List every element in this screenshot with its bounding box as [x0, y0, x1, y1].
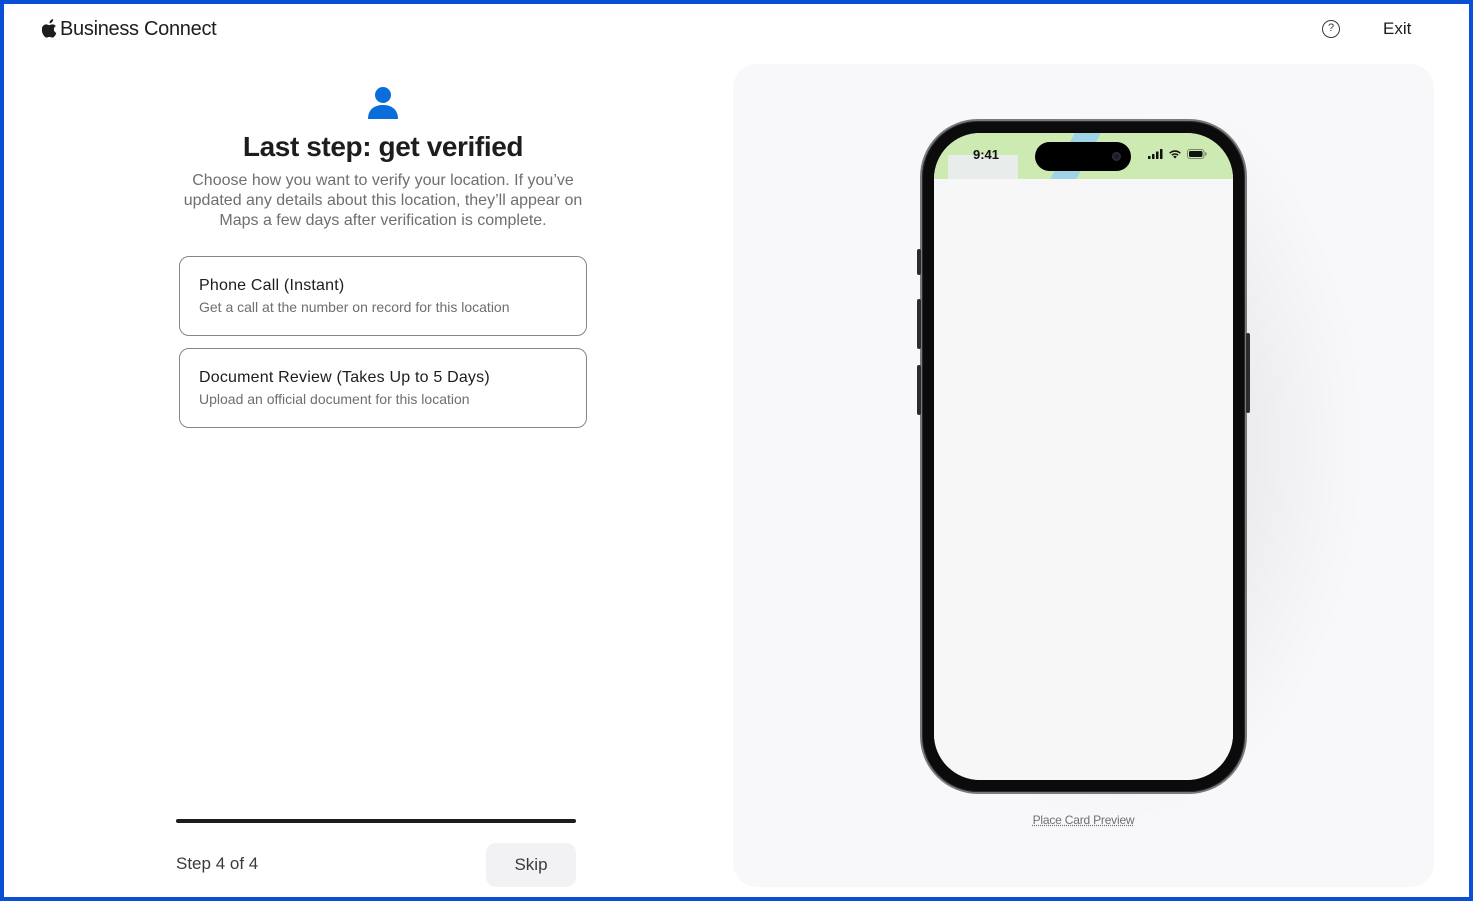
verify-option-phone-call[interactable]: Phone Call (Instant) Get a call at the n… [179, 256, 587, 336]
place-card-sheet [934, 179, 1233, 780]
status-bar-icons [1148, 149, 1207, 159]
exit-button[interactable]: Exit [1383, 19, 1411, 39]
step-progress-fill [176, 819, 576, 823]
step-indicator: Step 4 of 4 [176, 854, 259, 873]
phone-mockup: 9:41 [917, 119, 1250, 794]
step-progress-bar [176, 819, 576, 823]
camera-icon [1112, 152, 1121, 161]
option-subtitle: Upload an official document for this loc… [199, 391, 470, 407]
status-bar-time: 9:41 [973, 147, 1000, 162]
option-subtitle: Get a call at the number on record for t… [199, 299, 510, 315]
dynamic-island [1035, 142, 1131, 171]
verify-option-document-review[interactable]: Document Review (Takes Up to 5 Days) Upl… [179, 348, 587, 428]
option-title: Phone Call (Instant) [199, 277, 345, 294]
wifi-icon [1169, 150, 1181, 159]
phone-volume-down-button [917, 365, 921, 415]
phone-side-button [1246, 333, 1250, 413]
question-circle-icon: ? [1327, 22, 1335, 34]
person-icon [368, 87, 398, 119]
phone-action-button [917, 249, 921, 275]
place-card-preview-link[interactable]: Place Card Preview [733, 813, 1434, 827]
app-frame: Business Connect ? Exit Last step: get v… [0, 0, 1473, 901]
skip-button[interactable]: Skip [486, 843, 576, 887]
battery-icon [1187, 149, 1207, 159]
page-description: Choose how you want to verify your locat… [183, 172, 583, 229]
page-title: Last step: get verified [242, 131, 524, 162]
place-card-preview-panel: 9:41 Place Card Preview [733, 64, 1434, 887]
brand-name: Business Connect [60, 18, 217, 40]
phone-volume-up-button [917, 299, 921, 349]
phone-screen: 9:41 [934, 133, 1233, 780]
cellular-signal-icon [1148, 149, 1163, 159]
brand-logo[interactable]: Business Connect [42, 18, 217, 41]
apple-logo-icon [42, 19, 57, 38]
help-button[interactable]: ? [1322, 20, 1340, 38]
option-title: Document Review (Takes Up to 5 Days) [199, 369, 490, 386]
